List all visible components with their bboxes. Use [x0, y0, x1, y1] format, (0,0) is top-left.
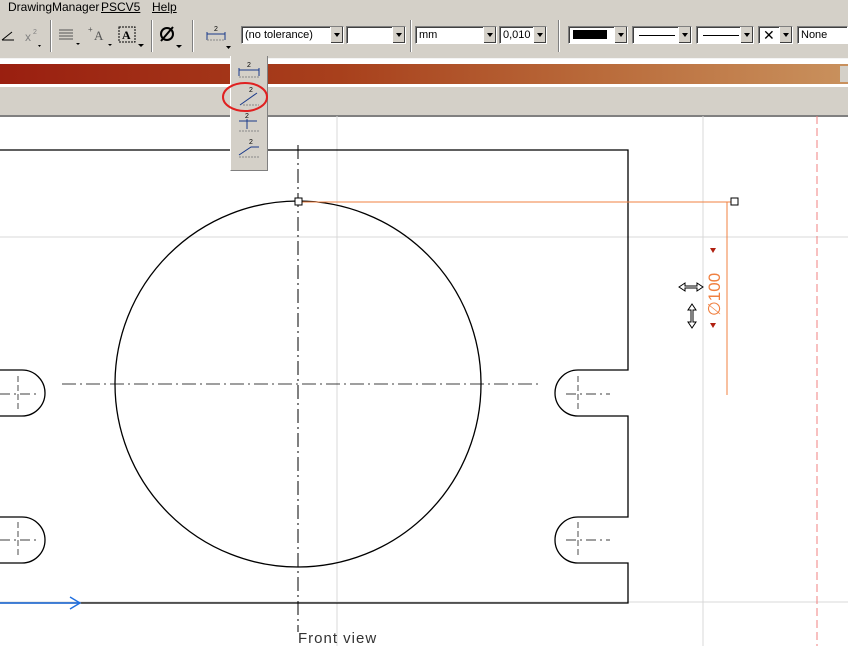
text-frame-icon[interactable]: A: [116, 22, 148, 50]
chevron-down-icon[interactable]: [392, 27, 405, 43]
toolbar-separator: [558, 20, 560, 52]
part-outline[interactable]: [0, 149, 629, 604]
toolbar-separator: [50, 20, 52, 52]
svg-text:2: 2: [245, 113, 249, 120]
line-type-preview: [639, 35, 675, 36]
chevron-down-icon[interactable]: [330, 27, 343, 43]
tolerance-combo[interactable]: (no tolerance): [241, 26, 344, 44]
text-insert-icon[interactable]: A +: [86, 22, 114, 50]
line-end-combo-value: None: [801, 29, 828, 41]
precision-combo[interactable]: 0,010: [499, 26, 547, 44]
blank-combo[interactable]: [346, 26, 406, 44]
svg-text:2: 2: [33, 29, 37, 36]
menu-drawingmanager[interactable]: DrawingManager: [8, 0, 99, 16]
left-slot-top[interactable]: [0, 369, 46, 417]
window-title-bar: [0, 64, 848, 84]
color-swatch: [573, 30, 607, 39]
chevron-down-icon[interactable]: [779, 27, 792, 43]
menu-help-label: Help: [152, 0, 177, 14]
angle-icon[interactable]: [0, 22, 16, 50]
menu-bar: DrawingManager PSCV5 Help: [0, 0, 848, 16]
chevron-down-icon[interactable]: [740, 27, 753, 43]
menu-pscv5[interactable]: PSCV5: [101, 0, 140, 16]
line-type-combo[interactable]: [632, 26, 692, 44]
toolbar: x2 A + A 2 (no tolerance) mm 0,010 ✕ Non…: [0, 16, 848, 59]
chevron-down-icon[interactable]: [533, 27, 546, 43]
dimension-cumulative-icon[interactable]: 2: [235, 111, 263, 135]
color-combo[interactable]: [568, 26, 628, 44]
highlight-circle: [222, 82, 268, 112]
dimension-value[interactable]: ∅100: [705, 273, 724, 316]
line-weight-preview: [703, 35, 739, 36]
dimension-stacked-icon[interactable]: 2: [235, 137, 263, 161]
panel-bar: [0, 86, 848, 117]
selection-handle[interactable]: [294, 197, 303, 206]
svg-text:2: 2: [247, 62, 251, 69]
line-weight-combo[interactable]: [696, 26, 754, 44]
x-axis-arrow: [0, 596, 82, 610]
chevron-down-icon[interactable]: [614, 27, 627, 43]
unit-combo-value: mm: [419, 29, 438, 41]
toolbar-separator: [410, 20, 412, 52]
menu-pscv5-label: PSCV5: [101, 0, 141, 14]
menu-help[interactable]: Help: [152, 0, 177, 16]
dimension-arrow-marker: [710, 323, 716, 328]
diameter-dimension[interactable]: [298, 201, 735, 395]
dimension-arrow-marker: [710, 248, 716, 253]
chevron-down-icon[interactable]: [678, 27, 691, 43]
drawing-canvas[interactable]: ∅100 Front view: [0, 116, 848, 646]
toolbar-separator: [151, 20, 153, 52]
window-control-button[interactable]: [840, 66, 848, 82]
move-cursor-icon: [678, 282, 704, 329]
svg-text:2: 2: [214, 26, 218, 33]
svg-text:A: A: [122, 28, 131, 42]
tolerance-combo-value: (no tolerance): [245, 29, 313, 41]
superscript-icon[interactable]: x2: [22, 22, 46, 50]
text-align-icon[interactable]: [56, 22, 82, 50]
cross-icon: ✕: [763, 27, 775, 43]
precision-combo-value: 0,010: [503, 29, 531, 41]
diameter-icon[interactable]: [156, 22, 186, 50]
svg-text:x: x: [25, 30, 31, 44]
line-end-combo[interactable]: None: [797, 26, 848, 44]
svg-text:2: 2: [249, 139, 253, 146]
dimension-type-icon[interactable]: 2: [202, 22, 234, 50]
chevron-down-icon[interactable]: [483, 27, 496, 43]
selection-handle[interactable]: [730, 197, 739, 206]
view-label[interactable]: Front view: [298, 630, 377, 646]
svg-text:+: +: [88, 25, 93, 34]
svg-text:A: A: [94, 28, 104, 43]
line-symbol-combo[interactable]: ✕: [758, 26, 793, 44]
toolbar-separator: [192, 20, 194, 52]
unit-combo[interactable]: mm: [415, 26, 497, 44]
